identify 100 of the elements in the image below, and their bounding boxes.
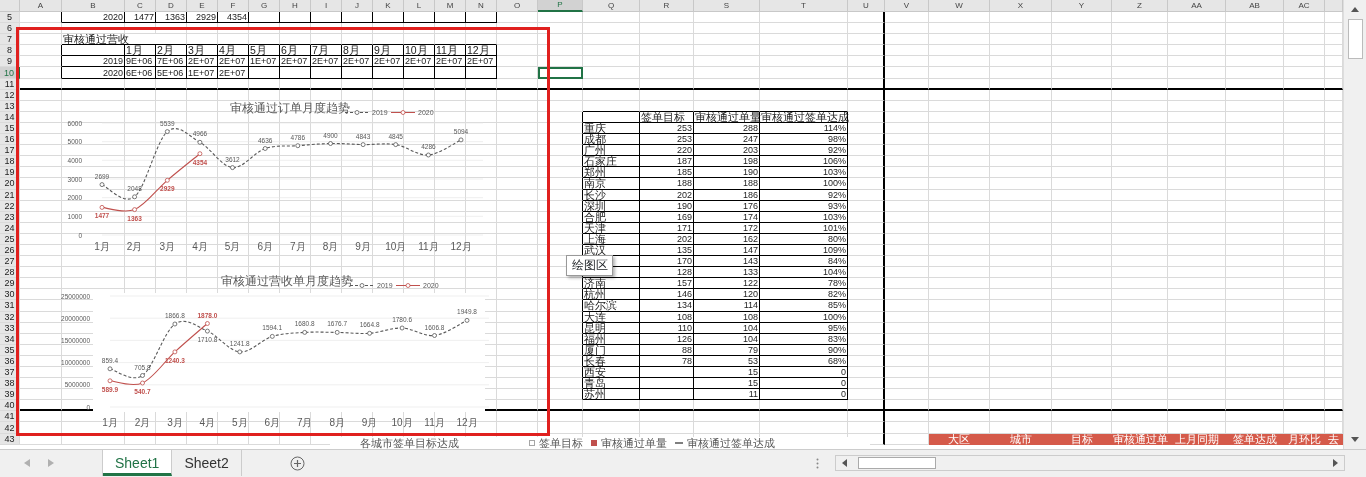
row-header[interactable]: 41 (0, 411, 20, 423)
row-header[interactable]: 5 (0, 12, 20, 24)
column-header[interactable]: X (990, 0, 1052, 12)
column-header[interactable]: L (404, 0, 435, 12)
row-header[interactable]: 43 (0, 433, 20, 445)
table-cell: 2E+07 (435, 56, 466, 68)
column-header[interactable]: G (249, 0, 280, 12)
row-header[interactable]: 13 (0, 100, 20, 112)
table-cell: 青岛 (583, 378, 640, 390)
row-header[interactable]: 18 (0, 156, 20, 168)
column-header[interactable]: U (848, 0, 885, 12)
column-header[interactable]: E (187, 0, 218, 12)
column-header[interactable]: M (435, 0, 466, 12)
column-header[interactable]: H (280, 0, 311, 12)
scroll-right-icon[interactable] (1330, 458, 1340, 468)
column-header[interactable]: K (373, 0, 404, 12)
column-heading: 上月同期 (1168, 433, 1226, 445)
column-header[interactable]: P (538, 0, 583, 12)
table-cell: 1E+07 (249, 56, 280, 68)
vertical-scrollbar[interactable] (1343, 0, 1366, 449)
table-cell: 2929 (187, 12, 218, 24)
row-header[interactable]: 24 (0, 222, 20, 234)
column-header[interactable]: N (466, 0, 497, 12)
column-header[interactable]: V (885, 0, 929, 12)
table-cell: 0 (760, 389, 848, 401)
table-cell: 1E+07 (187, 67, 218, 79)
table-cell: 79 (694, 344, 760, 356)
column-header[interactable]: S (694, 0, 760, 12)
table-cell: 157 (640, 278, 694, 290)
cell-cursor[interactable] (538, 67, 583, 79)
column-header[interactable]: W (929, 0, 990, 12)
table-cell: 西安 (583, 367, 640, 379)
column-header[interactable]: O (497, 0, 538, 12)
row-header[interactable]: 21 (0, 189, 20, 201)
row-header[interactable]: 35 (0, 344, 20, 356)
previous-sheet-icon[interactable] (24, 459, 31, 467)
add-sheet-icon[interactable] (289, 455, 305, 471)
column-header[interactable]: AC (1284, 0, 1325, 12)
table-cell: 174 (694, 211, 760, 223)
column-header[interactable]: I (311, 0, 342, 12)
scroll-thumb[interactable] (858, 457, 936, 469)
row-header[interactable]: 9 (0, 56, 20, 68)
table-cell: 9E+06 (125, 56, 156, 68)
column-header[interactable]: D (156, 0, 187, 12)
row-header[interactable]: 14 (0, 111, 20, 123)
column-header[interactable]: C (125, 0, 156, 12)
axis-label: 1月 (94, 241, 110, 252)
more-icon[interactable] (816, 457, 819, 469)
table-cell: 3月 (187, 45, 218, 57)
table-cell: 哈尔滨 (583, 300, 640, 312)
row-header[interactable]: 34 (0, 333, 20, 345)
sheet-tab[interactable]: Sheet1 (103, 450, 173, 476)
table-cell: 合肥 (583, 211, 640, 223)
data-point (360, 142, 366, 147)
chart-title: 审核通过营收单月度趋势 (221, 274, 353, 288)
row-header[interactable]: 17 (0, 145, 20, 157)
axis-label: 6月 (257, 241, 273, 252)
chart-title: 审核通过订单月度趋势 (230, 101, 350, 115)
row-header[interactable]: 27 (0, 256, 20, 268)
scroll-left-icon[interactable] (840, 458, 850, 468)
row-header[interactable]: 12 (0, 89, 20, 101)
horizontal-scrollbar[interactable] (835, 455, 1345, 471)
column-header[interactable]: J (342, 0, 373, 12)
column-header[interactable]: Y (1052, 0, 1112, 12)
row-header[interactable]: 7 (0, 34, 20, 46)
column-header[interactable]: Q (583, 0, 640, 12)
row-header[interactable]: 31 (0, 300, 20, 312)
row-header[interactable]: 22 (0, 200, 20, 212)
row-header[interactable]: 8 (0, 45, 20, 57)
row-header[interactable]: 10 (0, 67, 20, 79)
column-header[interactable]: AB (1226, 0, 1284, 12)
axis-label: 12月 (456, 417, 478, 428)
data-point (172, 321, 178, 327)
row-header[interactable]: 23 (0, 211, 20, 223)
row-header[interactable]: 20 (0, 178, 20, 190)
row-header[interactable]: 6 (0, 23, 20, 35)
column-header[interactable]: F (218, 0, 249, 12)
column-header[interactable]: A (20, 0, 62, 12)
column-header[interactable]: B (62, 0, 125, 12)
axis-label: 3月 (159, 241, 176, 252)
table-cell: 6月 (280, 45, 311, 57)
row-header[interactable]: 33 (0, 322, 20, 334)
column-header[interactable]: T (760, 0, 848, 12)
column-heading: 签单达成 (1226, 433, 1284, 445)
row-header[interactable]: 32 (0, 311, 20, 323)
row-header[interactable]: 11 (0, 78, 20, 90)
table-cell: 100% (760, 178, 848, 190)
table-cell: 92% (760, 189, 848, 201)
table-cell: 10月 (404, 45, 435, 57)
axis-label: 5月 (232, 417, 248, 428)
row-header[interactable]: 37 (0, 367, 20, 379)
column-header[interactable]: R (640, 0, 694, 12)
column-header[interactable]: Z (1112, 0, 1168, 12)
column-header[interactable]: AA (1168, 0, 1226, 12)
next-sheet-icon[interactable] (47, 459, 54, 467)
row-header[interactable]: 42 (0, 422, 20, 434)
scroll-thumb[interactable] (1347, 19, 1363, 59)
data-point (399, 325, 405, 331)
sheet-tab[interactable]: Sheet2 (172, 450, 242, 476)
row-header[interactable]: 25 (0, 233, 20, 245)
